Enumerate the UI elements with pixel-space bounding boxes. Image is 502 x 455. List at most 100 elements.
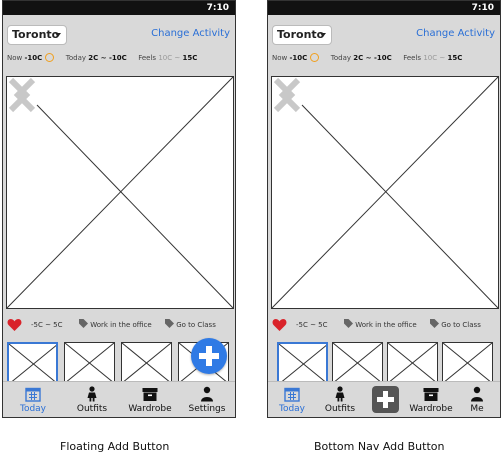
nav-label: Today [19, 404, 47, 414]
image-placeholder-cross [443, 343, 492, 383]
caption-bottom-nav-add: Bottom Nav Add Button [314, 440, 445, 453]
chevron-down-icon [55, 33, 61, 37]
activity-tag[interactable]: Go to Class [165, 318, 216, 332]
nav-label: Wardrobe [409, 404, 453, 414]
person-outfit-icon [335, 386, 345, 402]
outfit-image-placeholder [271, 76, 499, 309]
calendar-icon [25, 387, 41, 402]
feels-value-end: 15C [182, 54, 198, 62]
thumbnail[interactable] [442, 342, 493, 384]
outfit-info-row: -5C ~ 5C Work in the office Go to Class [7, 318, 233, 332]
top-bar: Toronto Change Activity Now -10C Today 2… [3, 15, 235, 73]
change-activity-link[interactable]: Change Activity [151, 28, 230, 39]
person-outfit-icon [87, 386, 97, 402]
nav-label: Settings [188, 404, 226, 414]
nav-label: Me [470, 404, 484, 414]
nav-add-button[interactable] [372, 386, 399, 413]
user-icon [201, 386, 213, 402]
chevron-down-icon [320, 33, 326, 37]
thumbnail[interactable] [387, 342, 438, 384]
today-label: Today [330, 54, 351, 62]
nav-label: Wardrobe [128, 404, 172, 414]
today-value: 2C ~ -10C [88, 54, 127, 62]
nav-wardrobe[interactable]: Wardrobe [405, 382, 457, 417]
nav-today[interactable]: Today [15, 382, 51, 417]
tag-icon [430, 319, 439, 328]
feels-value-end: 15C [447, 54, 463, 62]
sun-icon [45, 53, 55, 62]
status-bar: 7:10 [3, 1, 235, 15]
nav-label: Outfits [76, 404, 108, 414]
box-icon [142, 388, 158, 401]
outfit-image-placeholder [6, 76, 234, 309]
thumbnail[interactable] [121, 342, 172, 384]
activity-tag[interactable]: Work in the office [79, 318, 152, 332]
chevron-right-icon[interactable] [272, 77, 296, 113]
image-placeholder-cross [65, 343, 114, 383]
nav-wardrobe[interactable]: Wardrobe [124, 382, 176, 417]
temp-range: -5C ~ 5C [31, 321, 63, 329]
thumbnail-selected[interactable] [277, 342, 328, 384]
now-value: -10C [289, 54, 308, 62]
today-value: 2C ~ -10C [353, 54, 392, 62]
feels-value-start: 10C ~ [158, 54, 183, 62]
thumbnail[interactable] [332, 342, 383, 384]
activity-tag[interactable]: Work in the office [344, 318, 417, 332]
mockup-bottom-nav-add: 7:10 Toronto Change Activity Now -10C To… [267, 0, 501, 418]
temp-range: -5C ~ 5C [296, 321, 328, 329]
nav-me[interactable]: Me [462, 382, 492, 417]
activity-tag[interactable]: Go to Class [430, 318, 481, 332]
image-placeholder-cross [9, 344, 56, 382]
nav-today[interactable]: Today [274, 382, 310, 417]
now-label: Now [7, 54, 23, 62]
sun-icon [310, 53, 320, 62]
image-placeholder-cross [279, 344, 326, 382]
nav-settings[interactable]: Settings [184, 382, 230, 417]
top-bar: Toronto Change Activity Now -10C Today 2… [268, 15, 500, 73]
city-value: Toronto [277, 28, 325, 41]
box-icon [423, 388, 439, 401]
feels-label: Feels [138, 54, 157, 62]
city-value: Toronto [12, 28, 60, 41]
outfit-info-row: -5C ~ 5C Work in the office Go to Class [272, 318, 498, 332]
tag-label: Work in the office [355, 321, 417, 329]
heart-icon[interactable] [7, 318, 22, 332]
today-label: Today [65, 54, 86, 62]
tag-label: Go to Class [176, 321, 216, 329]
thumbnail[interactable] [64, 342, 115, 384]
feels-value-start: 10C ~ [423, 54, 448, 62]
feels-label: Feels [403, 54, 422, 62]
tag-icon [165, 319, 174, 328]
weather-summary: Now -10C Today 2C ~ -10C Feels 10C ~ 15C [272, 53, 462, 62]
heart-icon[interactable] [272, 318, 287, 332]
now-value: -10C [24, 54, 43, 62]
now-label: Now [272, 54, 288, 62]
tag-icon [344, 319, 353, 328]
outfit-thumbnails [272, 342, 500, 384]
tag-label: Go to Class [441, 321, 481, 329]
status-bar: 7:10 [268, 1, 500, 15]
user-icon [471, 386, 483, 402]
nav-label: Outfits [324, 404, 356, 414]
image-placeholder-cross [122, 343, 171, 383]
image-placeholder-cross [388, 343, 437, 383]
bottom-nav: Today Outfits Wardrobe Me [268, 381, 500, 417]
city-dropdown[interactable]: Toronto [272, 25, 332, 45]
nav-outfits[interactable]: Outfits [71, 382, 113, 417]
status-time: 7:10 [206, 3, 229, 13]
mockup-floating-add: 7:10 Toronto Change Activity Now -10C To… [2, 0, 236, 418]
image-placeholder-cross [272, 77, 498, 308]
chevron-right-icon[interactable] [7, 77, 31, 113]
bottom-nav: Today Outfits Wardrobe Settings [3, 381, 235, 417]
floating-add-button[interactable] [191, 338, 227, 374]
change-activity-link[interactable]: Change Activity [416, 28, 495, 39]
nav-outfits[interactable]: Outfits [319, 382, 361, 417]
weather-summary: Now -10C Today 2C ~ -10C Feels 10C ~ 15C [7, 53, 197, 62]
tag-label: Work in the office [90, 321, 152, 329]
city-dropdown[interactable]: Toronto [7, 25, 67, 45]
thumbnail-selected[interactable] [7, 342, 58, 384]
caption-floating-add: Floating Add Button [60, 440, 170, 453]
image-placeholder-cross [333, 343, 382, 383]
calendar-icon [284, 387, 300, 402]
image-placeholder-cross [7, 77, 233, 308]
